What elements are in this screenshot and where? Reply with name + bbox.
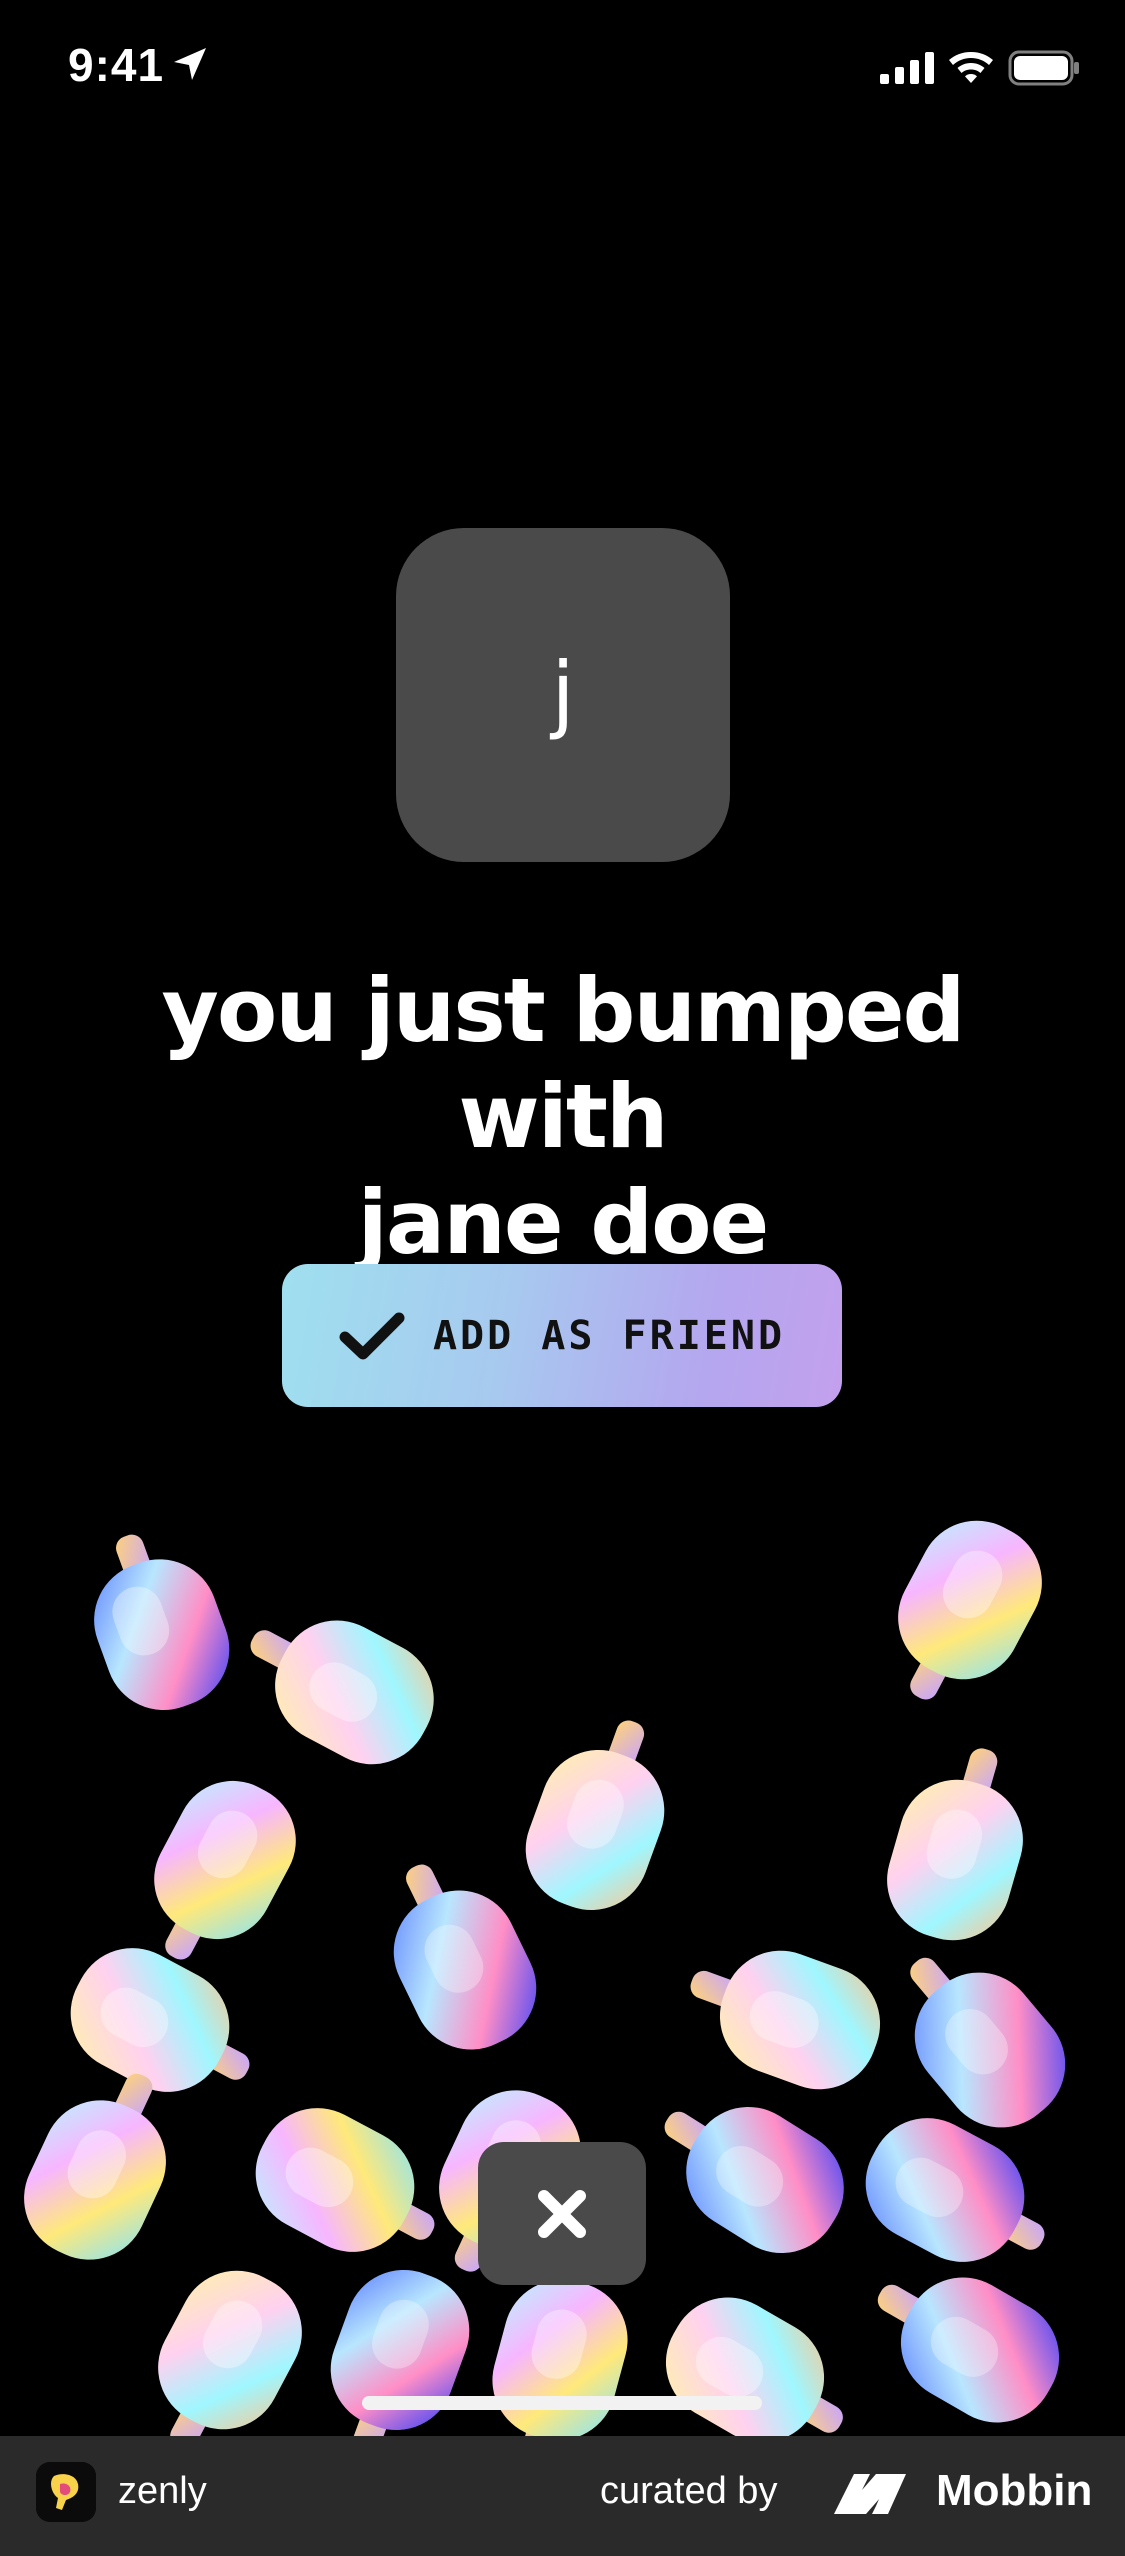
close-button[interactable] <box>478 2142 646 2285</box>
add-as-friend-button[interactable]: ADD AS FRIEND <box>282 1264 842 1407</box>
popsicle <box>70 1948 250 2092</box>
wifi-icon <box>949 52 993 83</box>
popsicle <box>94 1534 230 1711</box>
headline-line-1: you just bumped with <box>161 959 965 1168</box>
app-name: zenly <box>118 2470 207 2512</box>
cellular-signal-icon <box>880 52 934 84</box>
popsicle <box>910 1957 1066 2128</box>
bump-headline: you just bumped with jane doe <box>60 958 1065 1276</box>
curated-by-label: curated by <box>600 2470 778 2512</box>
popsicle <box>492 2279 628 2440</box>
popsicle <box>865 2118 1045 2262</box>
popsicle <box>898 1520 1042 1700</box>
add-as-friend-label: ADD AS FRIEND <box>432 1312 786 1359</box>
attribution-footer: zenly curated by Mobbin <box>0 2436 1125 2556</box>
popsicle <box>887 1748 1023 1941</box>
popsicle <box>330 2269 470 2440</box>
popsicle <box>158 2270 302 2440</box>
popsicle <box>255 2108 435 2252</box>
popsicle <box>393 1864 537 2050</box>
headline-line-2: jane doe <box>357 1171 770 1274</box>
popsicle <box>690 1950 881 2090</box>
popsicle <box>664 2106 844 2254</box>
popsicle <box>877 2277 1060 2423</box>
popsicle-illustration <box>24 1520 1066 2440</box>
status-bar: 9:41 <box>0 0 1125 140</box>
friend-avatar: j <box>396 528 730 862</box>
status-time: 9:41 <box>68 39 165 91</box>
popsicle <box>525 1720 665 1911</box>
home-indicator[interactable] <box>362 2396 762 2410</box>
zenly-app-icon <box>36 2462 96 2522</box>
mobbin-brand: Mobbin <box>936 2466 1093 2515</box>
battery-icon <box>1008 50 1079 86</box>
mobbin-logo-icon <box>834 2474 906 2514</box>
avatar-initial: j <box>551 644 575 742</box>
close-icon <box>538 2189 586 2238</box>
checkmark-icon <box>339 1312 405 1359</box>
popsicle <box>665 2297 843 2440</box>
location-arrow-icon <box>174 48 206 80</box>
popsicle <box>250 1620 434 1765</box>
